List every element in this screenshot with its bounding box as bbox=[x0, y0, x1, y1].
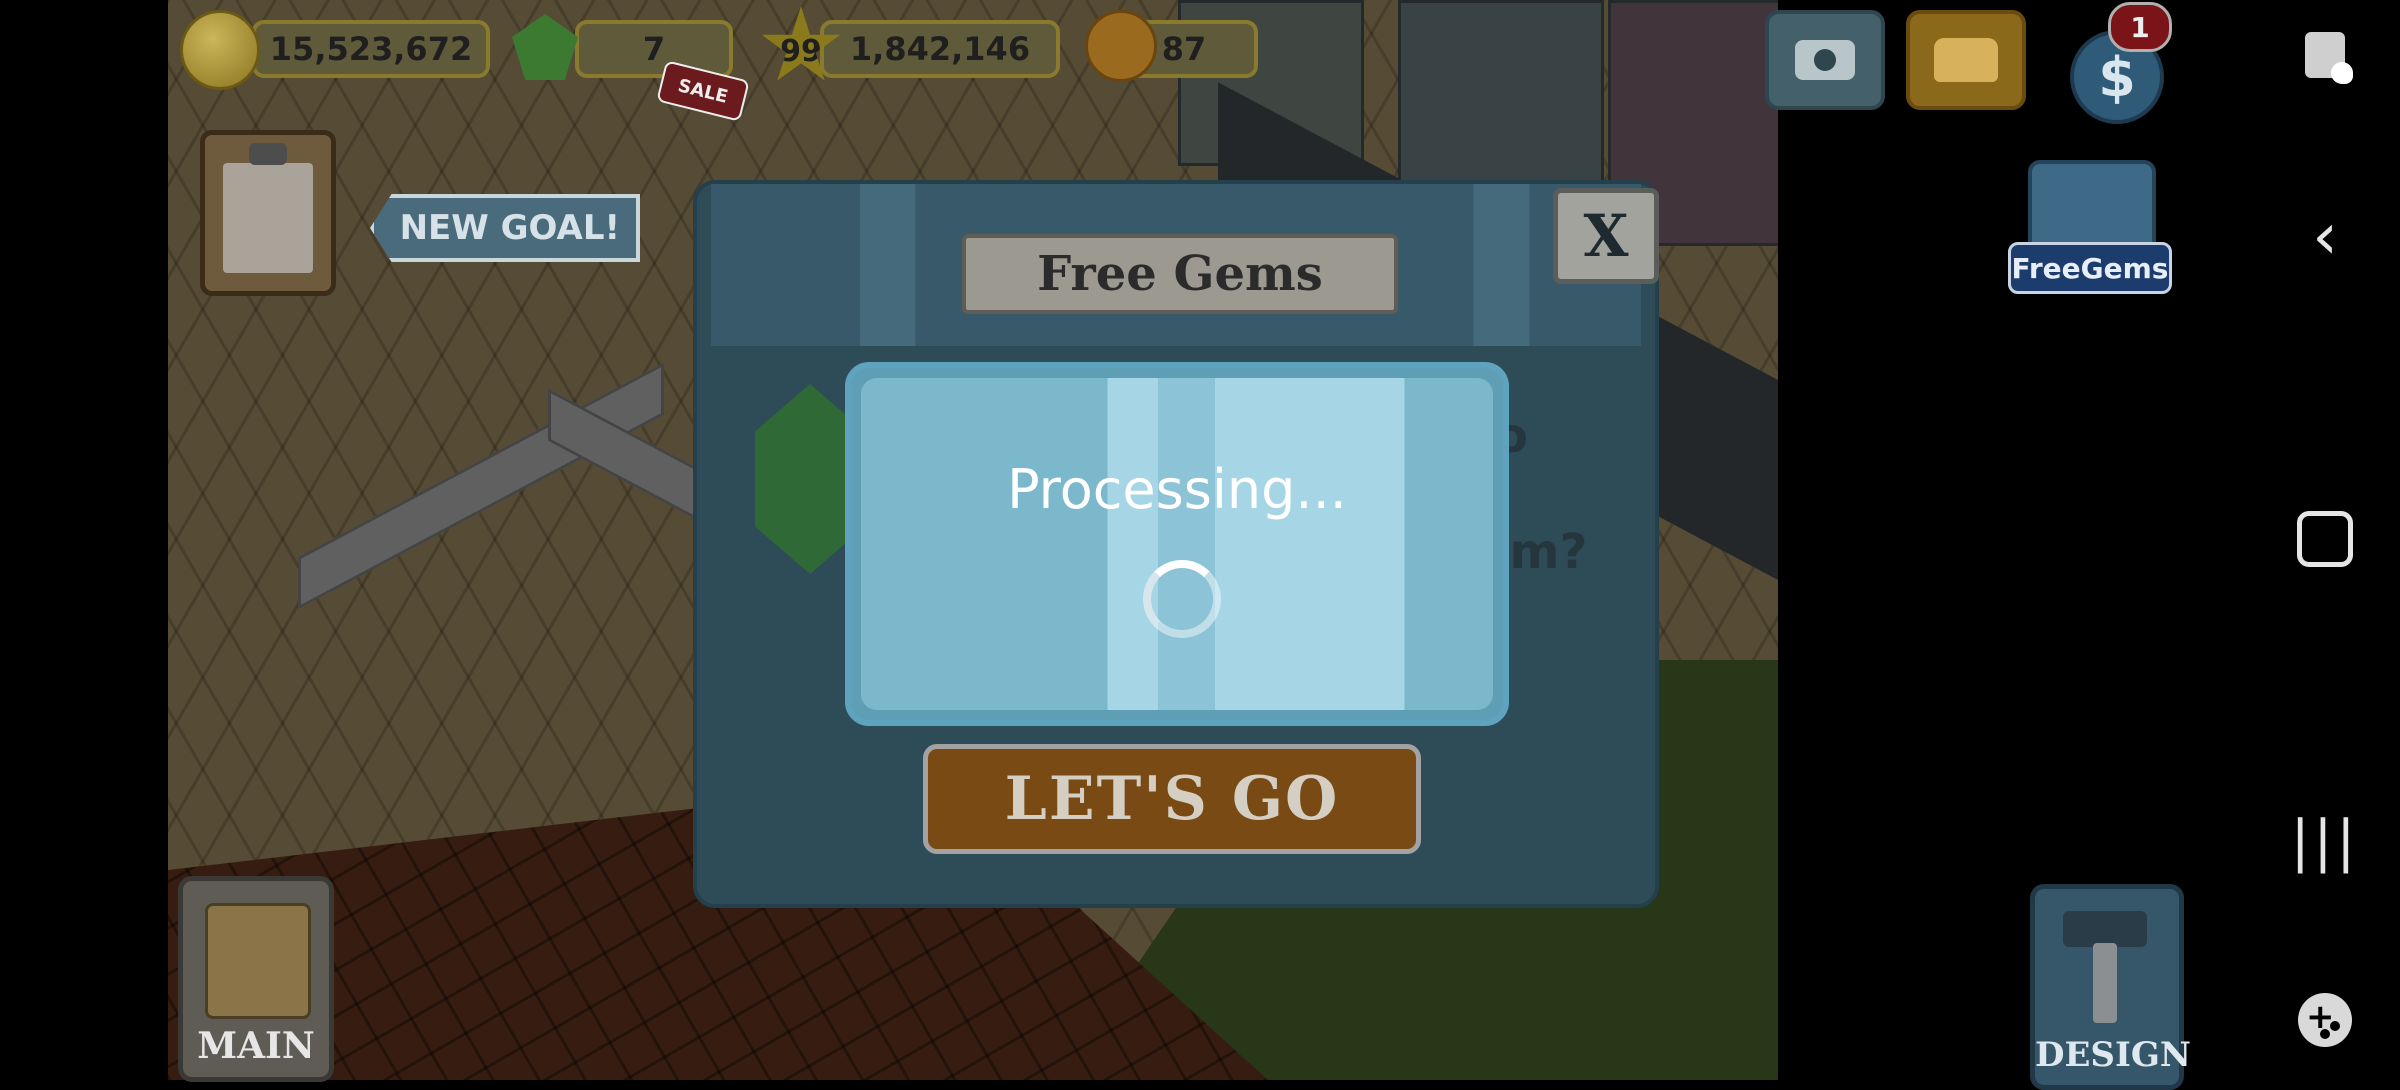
game-tools-button[interactable] bbox=[2290, 985, 2360, 1055]
processing-popup: Processing... bbox=[845, 362, 1509, 726]
gems-counter[interactable]: 7 bbox=[575, 20, 733, 78]
free-gems-button[interactable]: FreeGems bbox=[2008, 120, 2172, 294]
home-icon bbox=[2297, 511, 2353, 567]
close-button[interactable]: X bbox=[1553, 188, 1659, 284]
dialog-title: Free Gems bbox=[962, 234, 1398, 314]
design-button[interactable]: DESIGN bbox=[2030, 884, 2191, 1090]
recents-icon: ||| bbox=[2290, 808, 2360, 874]
level-value: 99 bbox=[780, 33, 822, 69]
main-label: MAIN bbox=[197, 1025, 315, 1067]
loading-spinner-icon bbox=[1143, 560, 1221, 638]
free-gems-label: FreeGems bbox=[2008, 242, 2172, 294]
coin-icon bbox=[180, 10, 260, 90]
new-goal-banner[interactable]: NEW GOAL! bbox=[370, 194, 640, 262]
camera-button[interactable] bbox=[1765, 10, 1885, 110]
design-label: DESIGN bbox=[2035, 1035, 2191, 1075]
processing-text: Processing... bbox=[1007, 458, 1347, 521]
back-button[interactable]: ‹ bbox=[2290, 200, 2360, 274]
recents-button[interactable]: ||| bbox=[2290, 806, 2360, 876]
processing-panel: Processing... bbox=[861, 378, 1493, 710]
home-button[interactable] bbox=[2290, 504, 2360, 574]
lets-go-button[interactable]: LET'S GO bbox=[923, 744, 1421, 854]
rotate-icon bbox=[2305, 32, 2353, 84]
smiley-face-icon bbox=[1085, 10, 1157, 82]
clipboard-icon bbox=[205, 903, 311, 1019]
coins-counter[interactable]: 15,523,672 bbox=[252, 20, 490, 78]
phone-button[interactable] bbox=[1906, 10, 2026, 110]
hammer-handle bbox=[2093, 943, 2117, 1023]
gamepad-icon bbox=[2298, 993, 2352, 1047]
coins-value: 15,523,672 bbox=[269, 30, 473, 68]
gems-value: 7 bbox=[642, 30, 666, 68]
hammer-icon bbox=[2063, 911, 2147, 947]
notification-badge: 1 bbox=[2108, 2, 2172, 52]
main-menu-button[interactable]: MAIN bbox=[178, 876, 334, 1082]
rotate-screen-button[interactable] bbox=[2290, 20, 2360, 90]
phone-icon bbox=[1934, 38, 1998, 82]
dollar-icon: $ bbox=[2098, 45, 2136, 109]
fans-value: 87 bbox=[1161, 30, 1207, 68]
xp-counter: 1,842,146 bbox=[820, 20, 1060, 78]
xp-value: 1,842,146 bbox=[849, 30, 1031, 68]
goals-clipboard-button[interactable] bbox=[200, 130, 336, 296]
back-icon: ‹ bbox=[2312, 200, 2338, 274]
camera-icon bbox=[1795, 40, 1855, 80]
